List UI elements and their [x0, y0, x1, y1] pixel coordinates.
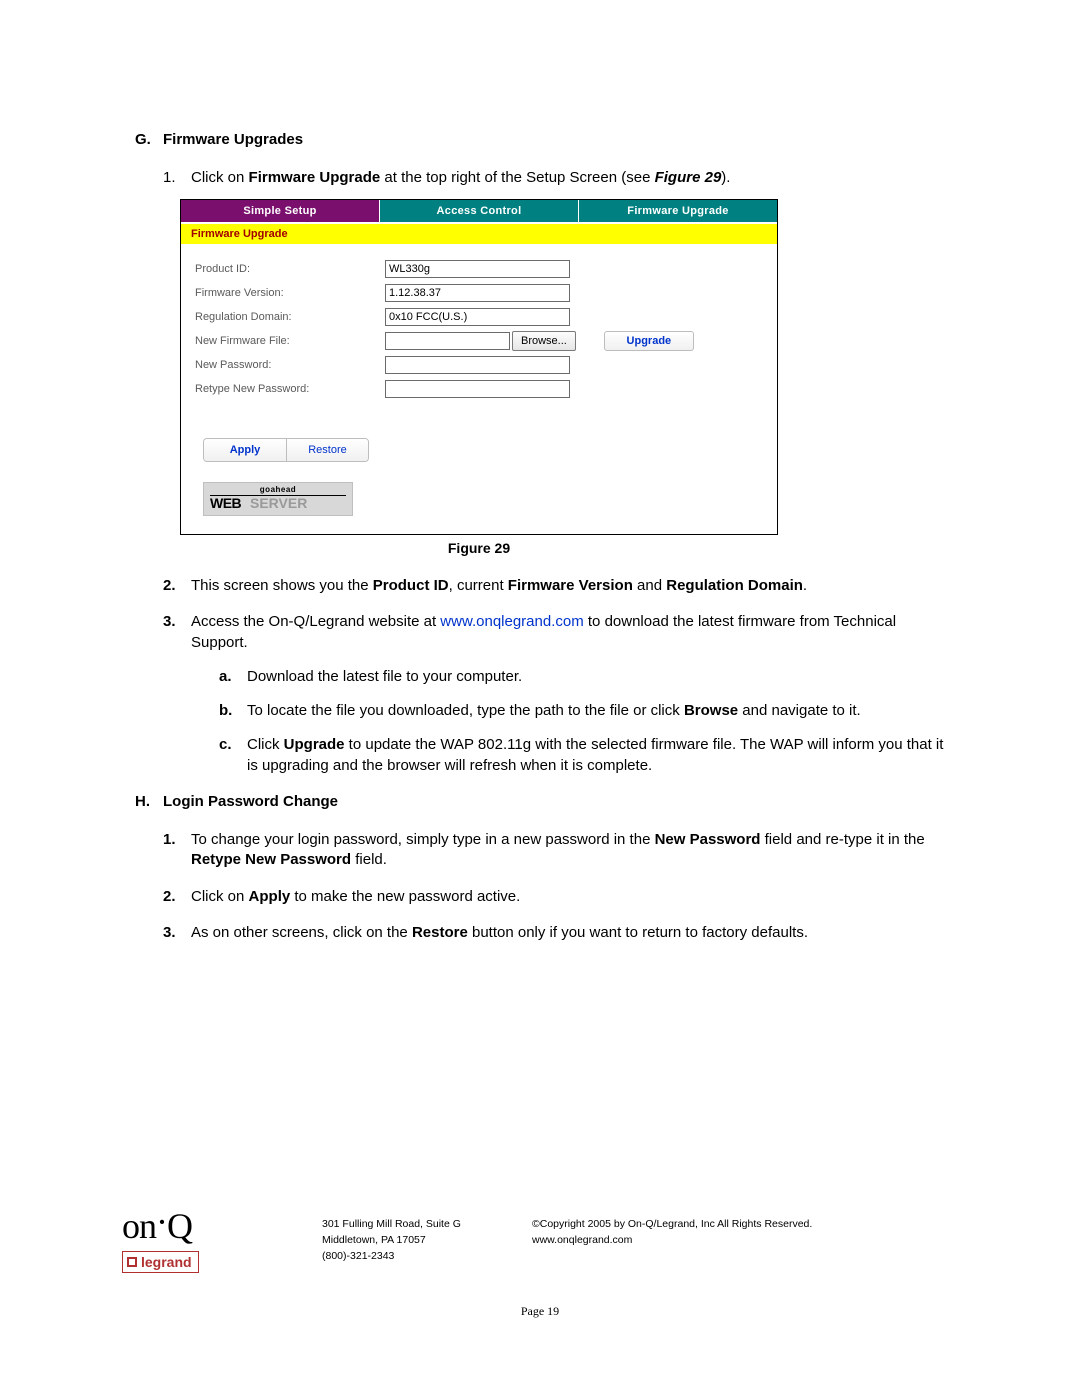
text: Click — [247, 736, 284, 753]
onq-wordmark: on·Q — [122, 1211, 322, 1241]
page-number: Page 19 — [0, 1304, 1080, 1319]
onqlegrand-link[interactable]: www.onqlegrand.com — [440, 613, 583, 630]
panel-title: Firmware Upgrade — [181, 224, 777, 245]
text-bold: Retype New Password — [191, 851, 351, 868]
text: Access the On-Q/Legrand website at — [191, 613, 440, 630]
text: To locate the file you downloaded, type … — [247, 702, 684, 719]
copyright-text: ©Copyright 2005 by On-Q/Legrand, Inc All… — [532, 1217, 958, 1233]
text-bold: Regulation Domain — [666, 577, 803, 594]
label-retype-password: Retype New Password: — [195, 382, 385, 397]
figure-ref: Figure 29 — [655, 169, 722, 186]
text: field and re-type it in the — [760, 831, 924, 848]
label-new-firmware-file: New Firmware File: — [195, 334, 385, 349]
addr-line1: 301 Fulling Mill Road, Suite G — [322, 1217, 532, 1233]
browse-button[interactable]: Browse... — [512, 331, 576, 351]
label-product-id: Product ID: — [195, 262, 385, 277]
h-step-3: As on other screens, click on the Restor… — [163, 923, 955, 943]
legrand-logo: legrand — [122, 1251, 199, 1273]
addr-line2: Middletown, PA 17057 — [322, 1233, 532, 1249]
text-bold: Apply — [249, 888, 291, 905]
section-letter: H. — [135, 792, 163, 812]
text: This screen shows you the — [191, 577, 373, 594]
text-bold: Product ID — [373, 577, 449, 594]
text: and navigate to it. — [738, 702, 861, 719]
section-letter: G. — [135, 130, 163, 150]
text: to update the WAP 802.11g with the selec… — [247, 736, 943, 773]
g-step-3a: Download the latest file to your compute… — [219, 667, 955, 687]
text-bold: New Password — [655, 831, 761, 848]
text: and — [633, 577, 666, 594]
upgrade-button[interactable]: Upgrade — [604, 331, 694, 351]
section-g-heading: G.Firmware Upgrades — [135, 130, 955, 150]
g-step-3b: To locate the file you downloaded, type … — [219, 701, 955, 721]
text: Download the latest file to your compute… — [247, 668, 522, 685]
h-step-2: Click on Apply to make the new password … — [163, 887, 955, 907]
figure-caption: Figure 29 — [180, 539, 778, 558]
text: to make the new password active. — [290, 888, 520, 905]
text: Click on — [191, 169, 249, 186]
page-footer: on·Q legrand 301 Fulling Mill Road, Suit… — [122, 1211, 958, 1273]
text: at the top right of the Setup Screen (se… — [380, 169, 654, 186]
g-step-2: This screen shows you the Product ID, cu… — [163, 576, 955, 596]
input-firmware-version[interactable] — [385, 284, 570, 302]
text: field. — [351, 851, 387, 868]
section-title: Firmware Upgrades — [163, 131, 303, 148]
g-step-1: Click on Firmware Upgrade at the top rig… — [163, 168, 955, 188]
onq-logo: on·Q legrand — [122, 1211, 322, 1273]
input-new-firmware-file[interactable] — [385, 332, 510, 350]
input-regulation-domain[interactable] — [385, 308, 570, 326]
restore-button[interactable]: Restore — [286, 439, 368, 461]
text: . — [803, 577, 807, 594]
input-product-id[interactable] — [385, 260, 570, 278]
section-h-heading: H.Login Password Change — [135, 792, 955, 812]
tab-access-control[interactable]: Access Control — [380, 200, 578, 222]
footer-address: 301 Fulling Mill Road, Suite G Middletow… — [322, 1211, 532, 1273]
text: , current — [449, 577, 508, 594]
section-title: Login Password Change — [163, 793, 338, 810]
server-text: SERVER — [250, 494, 307, 513]
text: Click on — [191, 888, 249, 905]
webserver-logo: goahead WEB SERVER — [203, 482, 353, 516]
text-bold: Firmware Upgrade — [249, 169, 381, 186]
apply-button[interactable]: Apply — [204, 439, 286, 461]
text: button only if you want to return to fac… — [468, 924, 808, 941]
web-text: WEB — [210, 494, 241, 513]
app-frame: Simple Setup Access Control Firmware Upg… — [180, 199, 778, 536]
label-new-password: New Password: — [195, 358, 385, 373]
addr-phone: (800)-321-2343 — [322, 1249, 532, 1265]
label-firmware-version: Firmware Version: — [195, 286, 385, 301]
text: As on other screens, click on the — [191, 924, 412, 941]
legrand-square-icon — [127, 1257, 137, 1267]
g-step-3: Access the On-Q/Legrand website at www.o… — [163, 612, 955, 776]
g-step-3c: Click Upgrade to update the WAP 802.11g … — [219, 735, 955, 776]
text: To change your login password, simply ty… — [191, 831, 655, 848]
apply-restore-group: Apply Restore — [203, 438, 369, 462]
text-bold: Firmware Version — [508, 577, 633, 594]
footer-web: www.onqlegrand.com — [532, 1233, 958, 1249]
tab-bar: Simple Setup Access Control Firmware Upg… — [181, 200, 777, 222]
text-bold: Upgrade — [284, 736, 345, 753]
text: ). — [721, 169, 730, 186]
tab-simple-setup[interactable]: Simple Setup — [181, 200, 379, 222]
text-bold: Restore — [412, 924, 468, 941]
input-retype-password[interactable] — [385, 380, 570, 398]
tab-firmware-upgrade[interactable]: Firmware Upgrade — [579, 200, 777, 222]
label-regulation-domain: Regulation Domain: — [195, 310, 385, 325]
legrand-text: legrand — [141, 1254, 192, 1270]
footer-copyright: ©Copyright 2005 by On-Q/Legrand, Inc All… — [532, 1211, 958, 1273]
text-bold: Browse — [684, 702, 738, 719]
h-step-1: To change your login password, simply ty… — [163, 830, 955, 871]
input-new-password[interactable] — [385, 356, 570, 374]
figure-29: Simple Setup Access Control Firmware Upg… — [180, 199, 955, 559]
